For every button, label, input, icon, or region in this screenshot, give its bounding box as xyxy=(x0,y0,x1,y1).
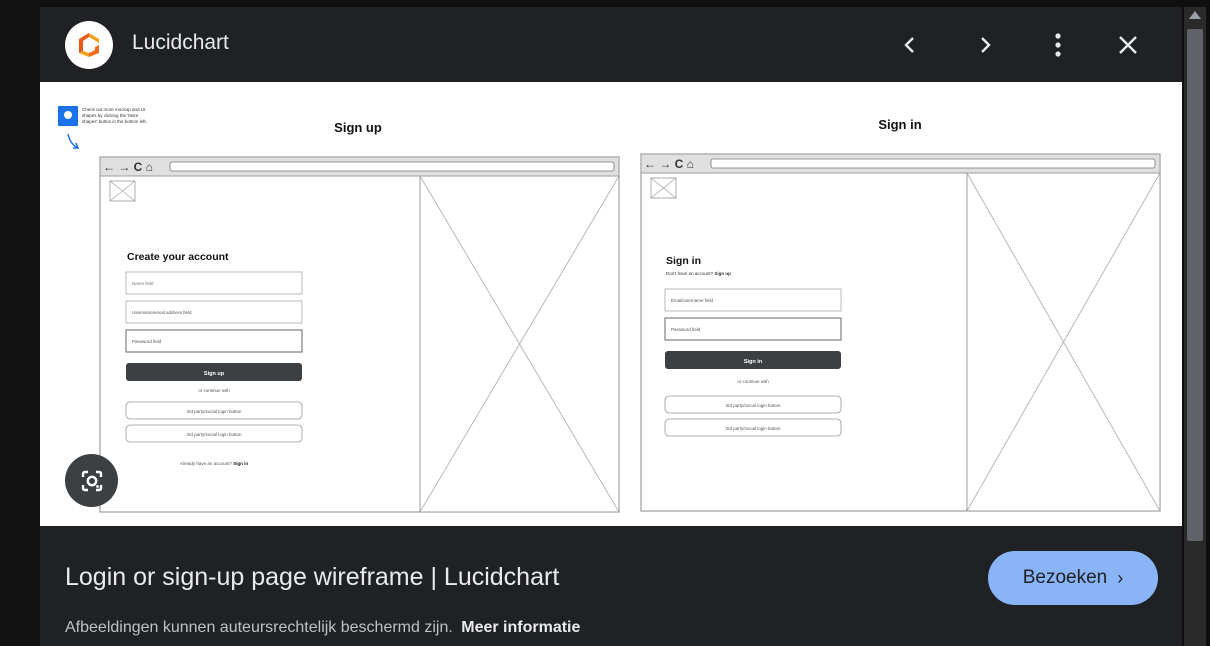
signin-heading: Sign in xyxy=(666,255,701,267)
signup-section-label: Sign up xyxy=(334,120,382,135)
svg-text:Name field: Name field xyxy=(132,281,154,286)
svg-text:← → C ⌂: ← → C ⌂ xyxy=(103,160,153,174)
scrollbar-thumb[interactable] xyxy=(1187,29,1203,541)
more-vert-icon xyxy=(1055,33,1061,57)
svg-text:Sign in: Sign in xyxy=(744,359,763,365)
left-background xyxy=(0,0,40,646)
tip-line-1: Check out more mockup and UI xyxy=(82,107,145,112)
signup-browser-window: ← → C ⌂ Create your account Name field U… xyxy=(99,156,620,513)
more-options-button[interactable] xyxy=(1038,25,1078,65)
tip-line-3: shapes' button in the bottom left. xyxy=(82,119,147,124)
svg-text:3rd party/social login button: 3rd party/social login button xyxy=(725,403,781,408)
signin-browser-window: ← → C ⌂ Sign in Don't have an account? S… xyxy=(640,153,1161,512)
svg-text:Email/username field: Email/username field xyxy=(671,298,714,303)
signup-footer-text: Already have an account? Sign in xyxy=(180,461,249,466)
lucidchart-logo-icon[interactable] xyxy=(65,21,113,69)
signup-heading: Create your account xyxy=(127,251,229,263)
more-info-link[interactable]: Meer informatie xyxy=(461,619,580,636)
svg-text:Username/email address field: Username/email address field xyxy=(132,310,192,315)
preview-image[interactable]: Check out more mockup and UI shapes by c… xyxy=(40,82,1182,526)
site-name[interactable]: Lucidchart xyxy=(132,31,229,55)
svg-text:or continue with: or continue with xyxy=(737,379,769,384)
visit-button-label: Bezoeken xyxy=(1022,567,1108,588)
previous-button[interactable] xyxy=(890,25,930,65)
chevron-left-icon xyxy=(904,37,914,53)
viewer-header: Lucidchart xyxy=(40,7,1182,82)
close-icon xyxy=(1119,36,1137,54)
chevron-right-icon xyxy=(981,37,991,53)
signin-section-label: Sign in xyxy=(878,117,921,132)
image-title[interactable]: Login or sign-up page wireframe | Lucidc… xyxy=(65,563,559,592)
lens-icon xyxy=(81,470,102,491)
scrollbar[interactable] xyxy=(1184,7,1206,646)
image-viewer-panel: Lucidchart Check out more mockup and UI … xyxy=(40,7,1182,646)
copyright-text: Afbeeldingen kunnen auteursrechtelijk be… xyxy=(65,619,453,636)
svg-text:Password field: Password field xyxy=(132,339,162,344)
next-button[interactable] xyxy=(965,25,1005,65)
svg-text:← → C ⌂: ← → C ⌂ xyxy=(644,157,694,171)
svg-text:or continue with: or continue with xyxy=(198,388,230,393)
google-lens-button[interactable] xyxy=(65,454,118,507)
scroll-up-arrow-icon[interactable] xyxy=(1189,11,1201,19)
tip-line-2: shapes by clicking the 'More xyxy=(82,113,139,118)
chevron-right-icon: › xyxy=(1117,567,1124,588)
signin-subtext: Don't have an account? Sign up xyxy=(666,271,731,276)
svg-text:3rd party/social login button: 3rd party/social login button xyxy=(186,409,242,414)
svg-text:3rd party/social login button: 3rd party/social login button xyxy=(725,426,781,431)
svg-text:Password field: Password field xyxy=(671,327,701,332)
copyright-notice: Afbeeldingen kunnen auteursrechtelijk be… xyxy=(65,619,580,637)
svg-text:3rd party/social login button: 3rd party/social login button xyxy=(186,432,242,437)
svg-text:Sign up: Sign up xyxy=(204,371,225,377)
wireframe-illustration: Check out more mockup and UI shapes by c… xyxy=(58,106,1161,513)
visit-button[interactable]: Bezoeken › xyxy=(988,551,1158,605)
close-button[interactable] xyxy=(1108,25,1148,65)
